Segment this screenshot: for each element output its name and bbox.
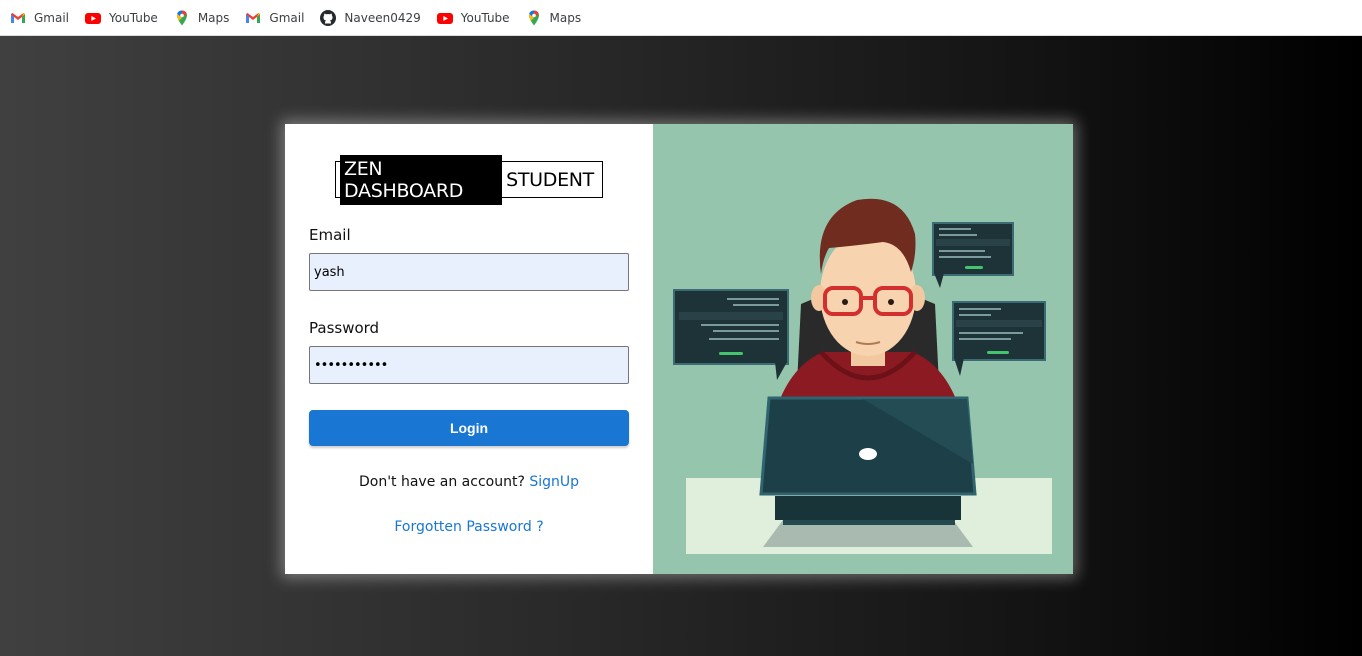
email-value: yash: [314, 264, 345, 280]
illustration-panel: [653, 124, 1073, 574]
signup-prompt: Don't have an account?: [358, 474, 525, 490]
password-field[interactable]: •••••••••••: [309, 346, 629, 384]
signup-row: Don't have an account? SignUp: [285, 474, 653, 490]
login-button[interactable]: Login: [309, 410, 629, 446]
email-field[interactable]: yash: [309, 253, 629, 291]
gmail-icon: [10, 10, 26, 26]
login-panel: ZEN DASHBOARD STUDENT Email yash Passwor…: [285, 124, 653, 574]
youtube-icon: [436, 10, 453, 26]
forgot-password-link[interactable]: Forgotten Password ?: [394, 519, 543, 535]
password-value: •••••••••••: [314, 357, 388, 373]
github-icon: [320, 9, 337, 26]
bookmark-maps[interactable]: Maps: [526, 4, 590, 32]
bookmark-gmail[interactable]: Gmail: [10, 4, 77, 32]
bookmark-maps[interactable]: Maps: [174, 4, 238, 32]
forgot-password-row: Forgotten Password ?: [285, 519, 653, 535]
email-label: Email: [309, 226, 351, 244]
bookmark-label: Naveen0429: [344, 10, 421, 25]
brand-secondary: STUDENT: [506, 168, 594, 191]
bookmark-label: YouTube: [460, 10, 510, 25]
brand-logo: ZEN DASHBOARD STUDENT: [335, 154, 603, 205]
bookmark-gmail[interactable]: Gmail: [245, 4, 312, 32]
bookmark-label: Gmail: [34, 10, 70, 25]
bookmark-label: Maps: [549, 10, 582, 25]
code-bubble-top-right: [932, 222, 1014, 288]
bookmark-label: YouTube: [109, 10, 158, 25]
login-card: ZEN DASHBOARD STUDENT Email yash Passwor…: [285, 124, 1073, 574]
youtube-icon: [85, 10, 102, 26]
password-label: Password: [309, 319, 380, 337]
bookmarks-bar: Gmail YouTube Maps Gmail Naveen0429 YouT…: [0, 0, 1362, 36]
maps-icon: [526, 10, 542, 26]
developer-at-laptop-illustration: [673, 198, 1052, 554]
bookmark-label: Gmail: [269, 10, 305, 25]
maps-icon: [174, 10, 190, 26]
code-bubble-left: [673, 289, 789, 380]
bookmark-label: Maps: [197, 10, 230, 25]
bookmark-github[interactable]: Naveen0429: [320, 4, 428, 32]
bookmark-youtube[interactable]: YouTube: [436, 4, 518, 32]
signup-link[interactable]: SignUp: [529, 474, 579, 490]
gmail-icon: [245, 10, 261, 26]
brand-primary: ZEN DASHBOARD: [340, 154, 503, 205]
bookmark-youtube[interactable]: YouTube: [85, 4, 166, 32]
page-background: ZEN DASHBOARD STUDENT Email yash Passwor…: [0, 36, 1362, 656]
code-bubble-right: [952, 301, 1046, 376]
